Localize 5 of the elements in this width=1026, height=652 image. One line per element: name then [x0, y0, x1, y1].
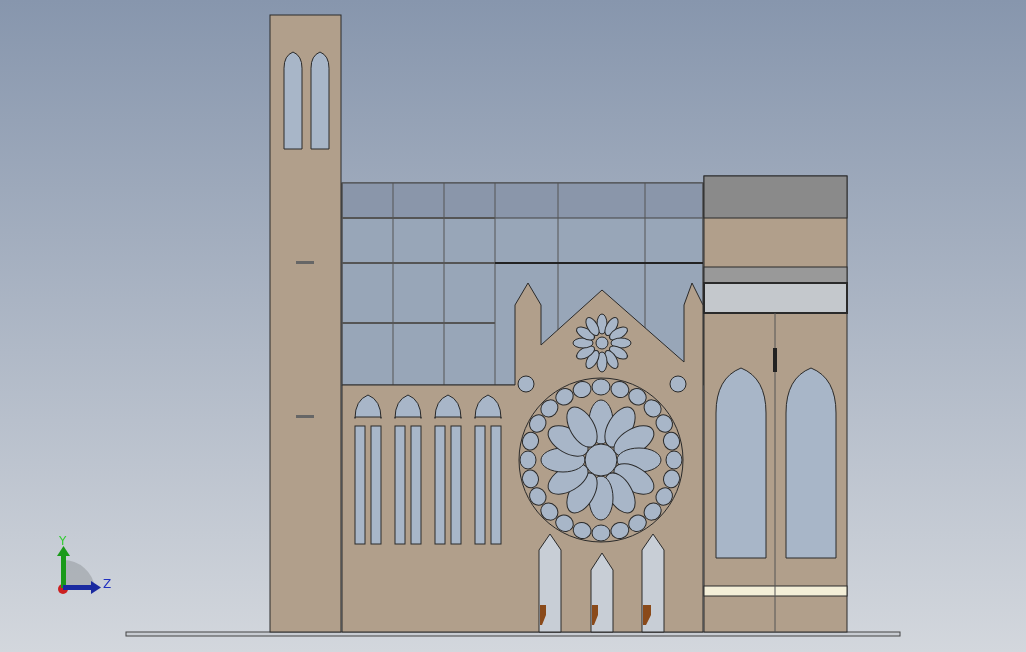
- y-axis-label: Y: [59, 534, 67, 548]
- y-axis-arrow-icon: [57, 546, 70, 588]
- z-axis-arrow-icon: [63, 581, 101, 594]
- cad-viewport[interactable]: Y Z: [0, 0, 1026, 652]
- z-axis-label: Z: [103, 577, 112, 591]
